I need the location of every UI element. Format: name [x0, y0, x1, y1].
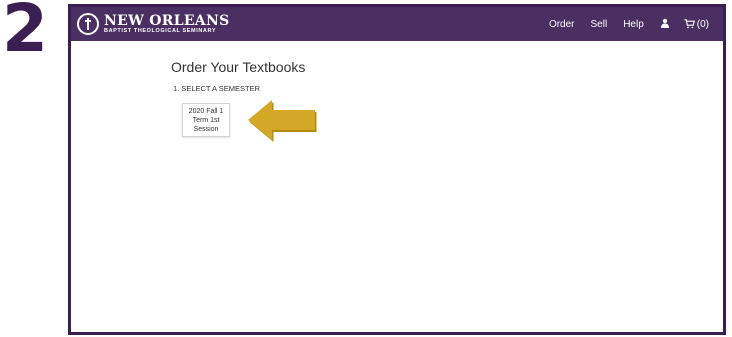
pointer-arrow-icon [248, 100, 317, 142]
logo-subtitle: BAPTIST THEOLOGICAL SEMINARY [104, 27, 217, 34]
select-semester-label: 1. SELECT A SEMESTER [173, 84, 260, 93]
main-content: Order Your Textbooks 1. SELECT A SEMESTE… [171, 59, 306, 137]
user-icon[interactable] [660, 18, 670, 31]
nav-help-link[interactable]: Help [623, 19, 644, 30]
nav-menu: Order Sell Help (0) [533, 7, 709, 41]
logo[interactable]: NEW ORLEANS BAPTIST THEOLOGICAL SEMINARY [77, 10, 229, 38]
logo-text: NEW ORLEANS BAPTIST THEOLOGICAL SEMINARY [104, 14, 229, 35]
top-navigation-bar: NEW ORLEANS BAPTIST THEOLOGICAL SEMINARY… [71, 7, 723, 41]
logo-emblem-icon [77, 13, 99, 35]
cart-button[interactable]: (0) [684, 19, 709, 30]
browser-frame: NEW ORLEANS BAPTIST THEOLOGICAL SEMINARY… [68, 4, 726, 335]
nav-order-link[interactable]: Order [549, 19, 575, 30]
semester-button[interactable]: 2020 Fall 1 Term 1st Session [182, 103, 230, 137]
nav-sell-link[interactable]: Sell [591, 19, 608, 30]
cart-count: (0) [696, 18, 709, 30]
step-number: 2 [2, 0, 48, 67]
logo-title: NEW ORLEANS [104, 12, 230, 29]
page-title: Order Your Textbooks [171, 59, 306, 75]
cart-icon [684, 19, 695, 29]
